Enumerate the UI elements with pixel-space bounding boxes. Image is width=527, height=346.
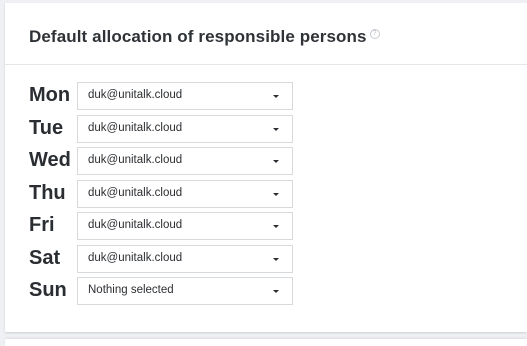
select-value-tue: duk@unitalk.cloud xyxy=(88,121,183,134)
day-label-sun: Sun xyxy=(29,279,67,301)
responsible-select-wed[interactable]: duk@unitalk.cloud xyxy=(77,147,293,175)
next-panel-edge xyxy=(5,339,527,346)
panel-title-text: Default allocation of responsible person… xyxy=(29,27,367,46)
caret-down-icon xyxy=(273,257,279,261)
day-label-mon: Mon xyxy=(29,84,71,106)
caret-down-icon xyxy=(273,290,279,293)
caret-down-icon xyxy=(273,95,279,98)
day-label-sat: Sat xyxy=(29,246,61,269)
select-value-wed: duk@unitalk.cloud xyxy=(88,154,183,166)
select-value-thu: duk@unitalk.cloud xyxy=(88,186,183,199)
select-value-sun: Nothing selected xyxy=(88,284,174,296)
responsible-persons-panel: Default allocation of responsible person… xyxy=(5,3,527,332)
caret-down-icon xyxy=(273,225,279,228)
caret-down-icon xyxy=(273,192,279,196)
divider xyxy=(5,64,527,65)
caret-down-icon xyxy=(273,160,279,163)
day-label-fri: Fri xyxy=(29,214,55,236)
day-label-tue: Tue xyxy=(29,116,64,139)
responsible-select-fri[interactable]: duk@unitalk.cloud xyxy=(77,212,293,240)
day-label-thu: Thu xyxy=(29,181,66,204)
select-value-sat: duk@unitalk.cloud xyxy=(88,251,183,264)
select-value-fri: duk@unitalk.cloud xyxy=(88,219,183,231)
responsible-select-sat[interactable]: duk@unitalk.cloud xyxy=(77,244,293,273)
responsible-select-sun[interactable]: Nothing selected xyxy=(77,277,293,305)
responsible-select-tue[interactable]: duk@unitalk.cloud xyxy=(77,114,293,143)
responsible-select-thu[interactable]: duk@unitalk.cloud xyxy=(77,179,293,208)
select-value-mon: duk@unitalk.cloud xyxy=(88,89,183,101)
panel-title: Default allocation of responsible person… xyxy=(29,27,380,47)
caret-down-icon xyxy=(273,127,279,131)
responsible-select-mon[interactable]: duk@unitalk.cloud xyxy=(77,82,293,110)
day-label-wed: Wed xyxy=(29,149,71,171)
question-circle-icon[interactable]: ? xyxy=(369,29,380,39)
